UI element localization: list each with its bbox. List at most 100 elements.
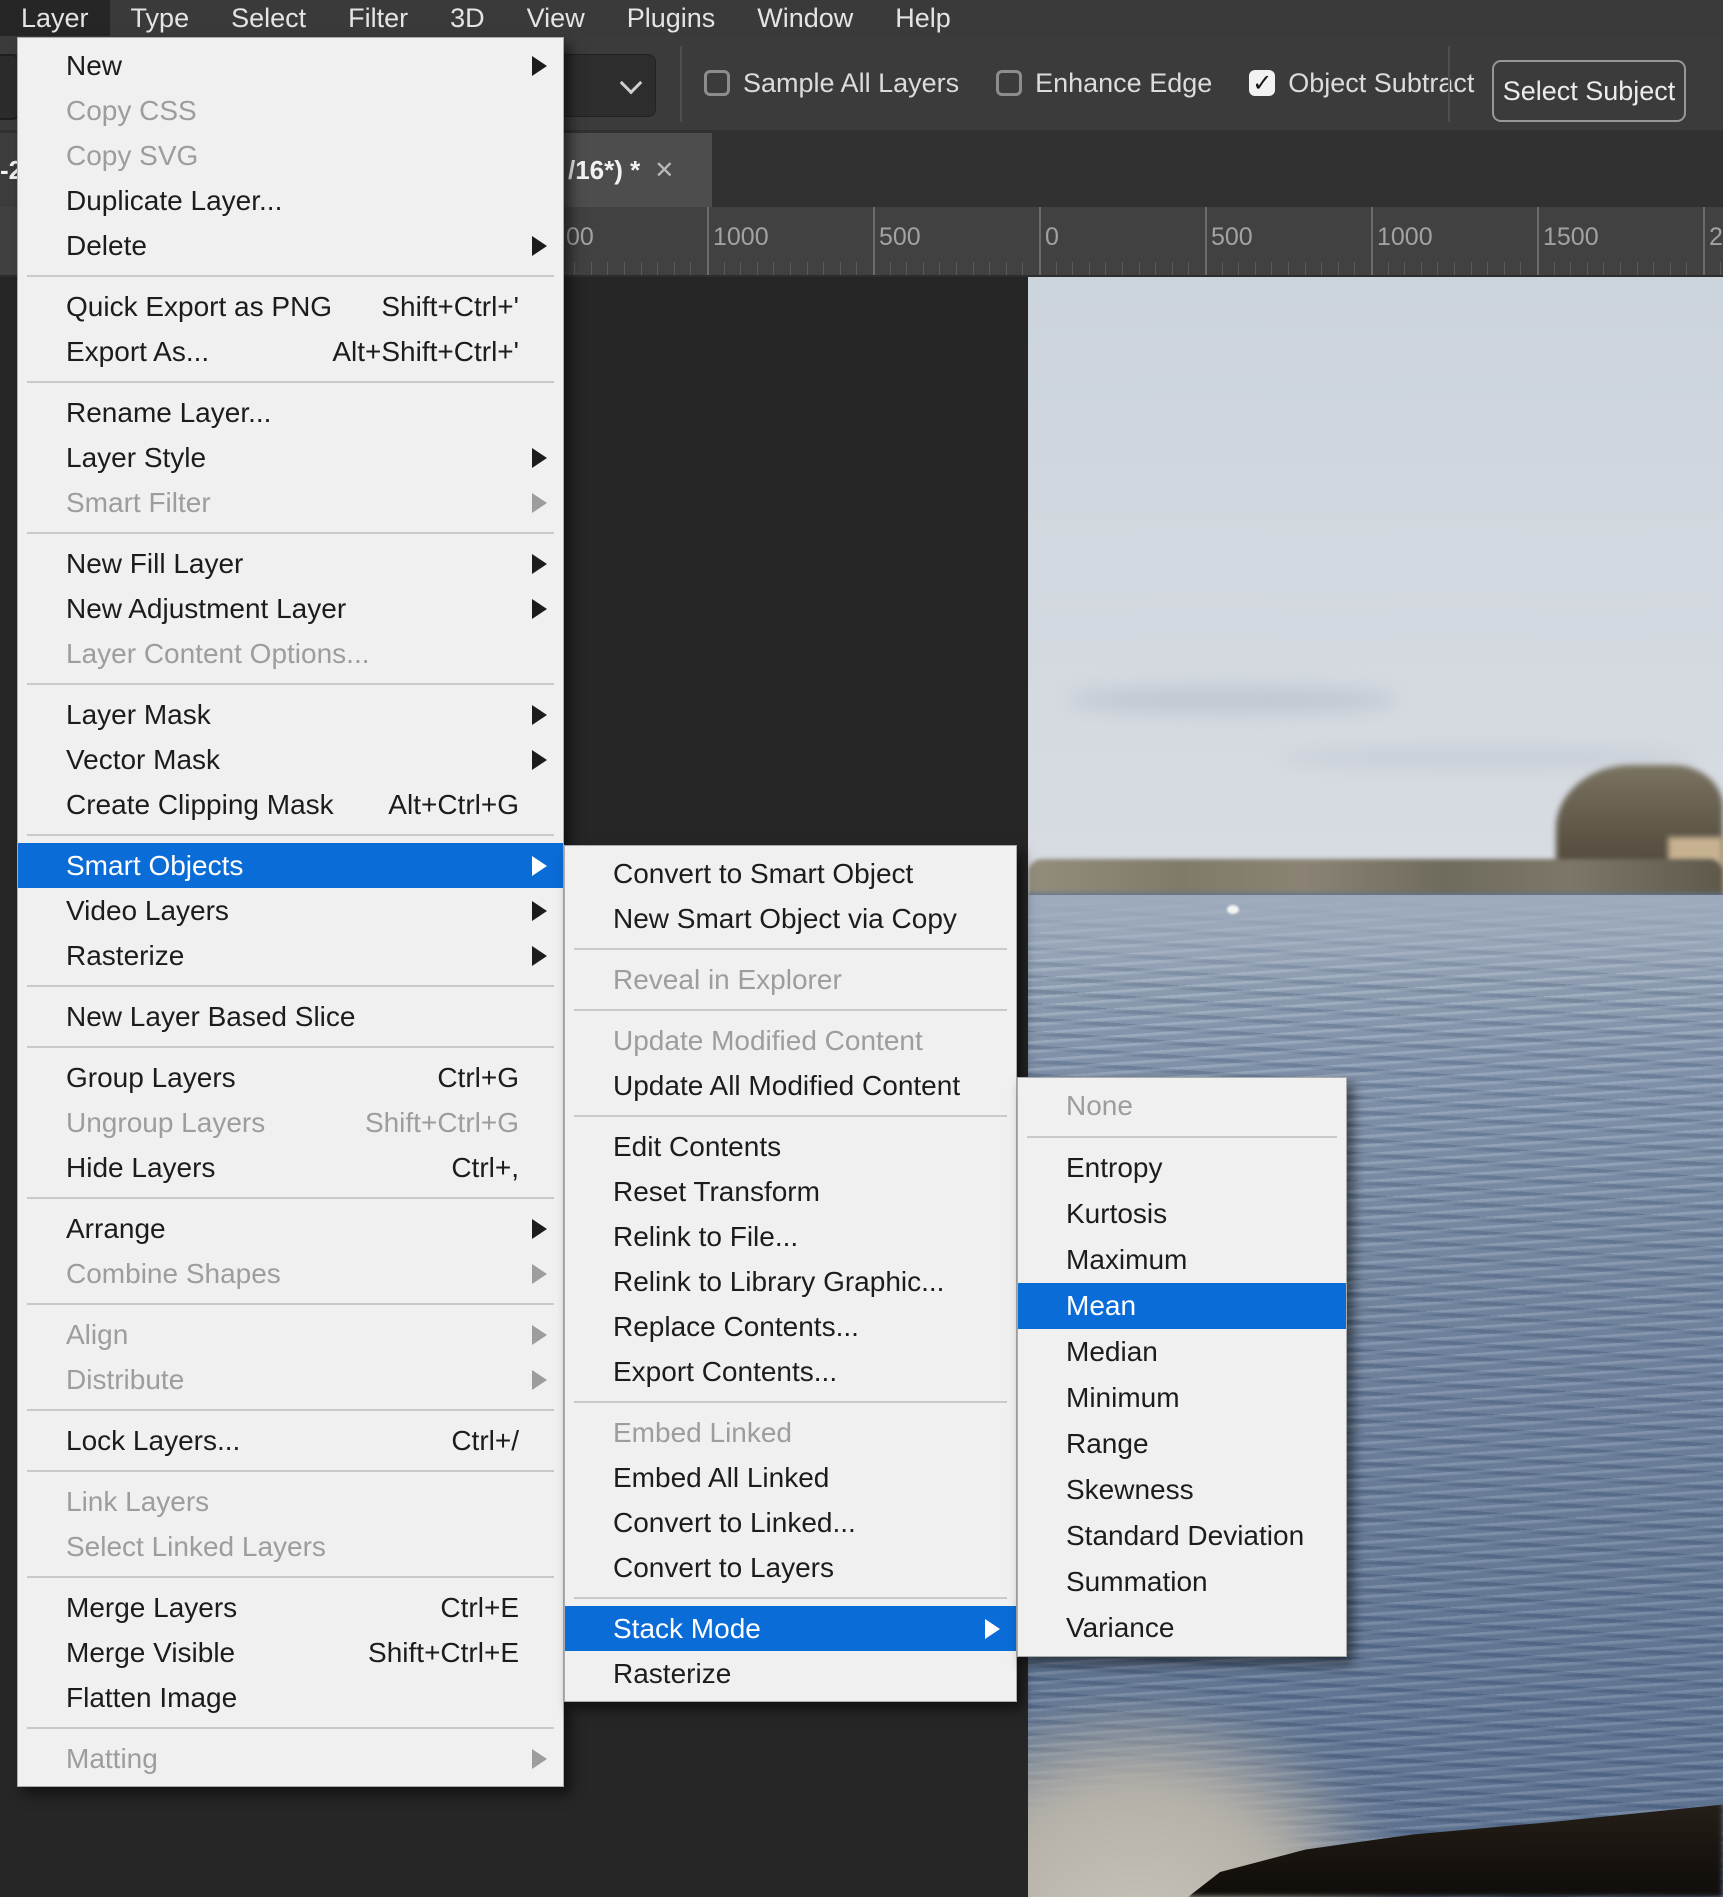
menu-item-reset-transform[interactable]: Reset Transform: [565, 1169, 1016, 1214]
menu-item-copy-svg: Copy SVG: [18, 133, 563, 178]
menu-separator: [27, 1303, 554, 1305]
ruler-minor-tick: [641, 262, 642, 275]
menu-item-shortcut: Ctrl+/: [451, 1425, 519, 1457]
menu-item-new[interactable]: New: [18, 43, 563, 88]
ruler-minor-tick: [1321, 262, 1322, 275]
menu-item-hide-layers[interactable]: Hide LayersCtrl+,: [18, 1145, 563, 1190]
ruler-minor-tick: [890, 262, 891, 275]
ruler-minor-tick: [1139, 262, 1140, 275]
menu-item-new-smart-object-via-copy[interactable]: New Smart Object via Copy: [565, 896, 1016, 941]
menu-item-layer-mask[interactable]: Layer Mask: [18, 692, 563, 737]
menubar-item-window[interactable]: Window: [736, 0, 874, 36]
select-subject-button[interactable]: Select Subject: [1492, 60, 1686, 122]
menu-item-merge-layers[interactable]: Merge LayersCtrl+E: [18, 1585, 563, 1630]
menu-item-vector-mask[interactable]: Vector Mask: [18, 737, 563, 782]
menu-item-mean[interactable]: Mean: [1018, 1283, 1346, 1329]
menu-item-group-layers[interactable]: Group LayersCtrl+G: [18, 1055, 563, 1100]
submenu-arrow-icon: [532, 1219, 547, 1239]
menu-item-arrange[interactable]: Arrange: [18, 1206, 563, 1251]
menu-item-new-adjustment-layer[interactable]: New Adjustment Layer: [18, 586, 563, 631]
chevron-down-icon: [620, 72, 643, 95]
checked-checkbox-icon[interactable]: ✓: [1249, 70, 1275, 96]
menu-item-convert-to-smart-object[interactable]: Convert to Smart Object: [565, 851, 1016, 896]
menu-item-rename-layer[interactable]: Rename Layer...: [18, 390, 563, 435]
document-tab[interactable]: /16*) * ✕: [564, 133, 712, 207]
menu-separator: [27, 1576, 554, 1578]
menu-item-link-layers: Link Layers: [18, 1479, 563, 1524]
submenu-arrow-icon: [532, 705, 547, 725]
menu-item-stack-mode[interactable]: Stack Mode: [565, 1606, 1016, 1651]
menu-item-entropy[interactable]: Entropy: [1018, 1145, 1346, 1191]
ruler-minor-tick: [1338, 262, 1339, 275]
menu-item-replace-contents[interactable]: Replace Contents...: [565, 1304, 1016, 1349]
menubar-item-help[interactable]: Help: [874, 0, 972, 36]
unchecked-checkbox-icon[interactable]: [996, 70, 1022, 96]
menu-item-layer-style[interactable]: Layer Style: [18, 435, 563, 480]
menu-item-label: Mean: [1066, 1290, 1136, 1322]
menu-item-maximum[interactable]: Maximum: [1018, 1237, 1346, 1283]
ruler-minor-tick: [674, 262, 675, 275]
menu-item-update-all-modified-content[interactable]: Update All Modified Content: [565, 1063, 1016, 1108]
ruler-minor-tick: [1238, 262, 1239, 275]
menu-item-lock-layers[interactable]: Lock Layers...Ctrl+/: [18, 1418, 563, 1463]
menu-item-median[interactable]: Median: [1018, 1329, 1346, 1375]
menu-item-standard-deviation[interactable]: Standard Deviation: [1018, 1513, 1346, 1559]
menu-item-relink-to-file[interactable]: Relink to File...: [565, 1214, 1016, 1259]
menu-item-embed-all-linked[interactable]: Embed All Linked: [565, 1455, 1016, 1500]
checkbox-label: Sample All Layers: [743, 68, 959, 99]
menu-item-label: Relink to Library Graphic...: [613, 1266, 944, 1298]
menu-item-label: Rasterize: [66, 940, 184, 972]
submenu-arrow-icon: [532, 750, 547, 770]
menu-separator: [574, 1597, 1007, 1599]
menubar-item-plugins[interactable]: Plugins: [606, 0, 737, 36]
tool-mode-dropdown[interactable]: [556, 54, 656, 117]
menu-item-label: Export Contents...: [613, 1356, 837, 1388]
menu-item-new-layer-based-slice[interactable]: New Layer Based Slice: [18, 994, 563, 1039]
menu-item-edit-contents[interactable]: Edit Contents: [565, 1124, 1016, 1169]
menu-separator: [27, 985, 554, 987]
menu-item-quick-export-as-png[interactable]: Quick Export as PNGShift+Ctrl+': [18, 284, 563, 329]
menu-item-merge-visible[interactable]: Merge VisibleShift+Ctrl+E: [18, 1630, 563, 1675]
menu-item-duplicate-layer[interactable]: Duplicate Layer...: [18, 178, 563, 223]
close-tab-icon[interactable]: ✕: [654, 156, 674, 185]
menu-item-variance[interactable]: Variance: [1018, 1605, 1346, 1651]
menubar-item-layer[interactable]: Layer: [0, 0, 110, 36]
menu-item-new-fill-layer[interactable]: New Fill Layer: [18, 541, 563, 586]
menu-item-kurtosis[interactable]: Kurtosis: [1018, 1191, 1346, 1237]
menu-item-label: Entropy: [1066, 1152, 1163, 1184]
menubar-item-3d[interactable]: 3D: [429, 0, 506, 36]
menu-item-convert-to-linked[interactable]: Convert to Linked...: [565, 1500, 1016, 1545]
menu-item-label: Skewness: [1066, 1474, 1194, 1506]
photo-cloud: [1068, 687, 1398, 713]
menu-item-reveal-in-explorer: Reveal in Explorer: [565, 957, 1016, 1002]
menu-item-range[interactable]: Range: [1018, 1421, 1346, 1467]
menu-item-export-as[interactable]: Export As...Alt+Shift+Ctrl+': [18, 329, 563, 374]
menu-item-create-clipping-mask[interactable]: Create Clipping MaskAlt+Ctrl+G: [18, 782, 563, 827]
menubar-item-type[interactable]: Type: [110, 0, 211, 36]
menu-item-label: Align: [66, 1319, 128, 1351]
menu-item-skewness[interactable]: Skewness: [1018, 1467, 1346, 1513]
menu-item-export-contents[interactable]: Export Contents...: [565, 1349, 1016, 1394]
ruler-minor-tick: [906, 262, 907, 275]
menu-item-label: Replace Contents...: [613, 1311, 859, 1343]
menu-separator: [27, 1727, 554, 1729]
document-tab-fragment[interactable]: -2: [0, 133, 17, 207]
menu-item-summation[interactable]: Summation: [1018, 1559, 1346, 1605]
unchecked-checkbox-icon[interactable]: [704, 70, 730, 96]
menu-item-convert-to-layers[interactable]: Convert to Layers: [565, 1545, 1016, 1590]
ruler-minor-tick: [724, 262, 725, 275]
menu-item-video-layers[interactable]: Video Layers: [18, 888, 563, 933]
menu-item-relink-to-library-graphic[interactable]: Relink to Library Graphic...: [565, 1259, 1016, 1304]
menu-item-flatten-image[interactable]: Flatten Image: [18, 1675, 563, 1720]
menu-item-rasterize[interactable]: Rasterize: [18, 933, 563, 978]
menubar-item-select[interactable]: Select: [210, 0, 327, 36]
menu-item-label: Summation: [1066, 1566, 1208, 1598]
menubar-item-view[interactable]: View: [506, 0, 606, 36]
ruler-minor-tick: [1354, 262, 1355, 275]
menubar-item-filter[interactable]: Filter: [327, 0, 429, 36]
menu-item-delete[interactable]: Delete: [18, 223, 563, 268]
menu-item-minimum[interactable]: Minimum: [1018, 1375, 1346, 1421]
ruler-minor-tick: [1188, 262, 1189, 275]
menu-item-rasterize[interactable]: Rasterize: [565, 1651, 1016, 1696]
menu-item-smart-objects[interactable]: Smart Objects: [18, 843, 563, 888]
